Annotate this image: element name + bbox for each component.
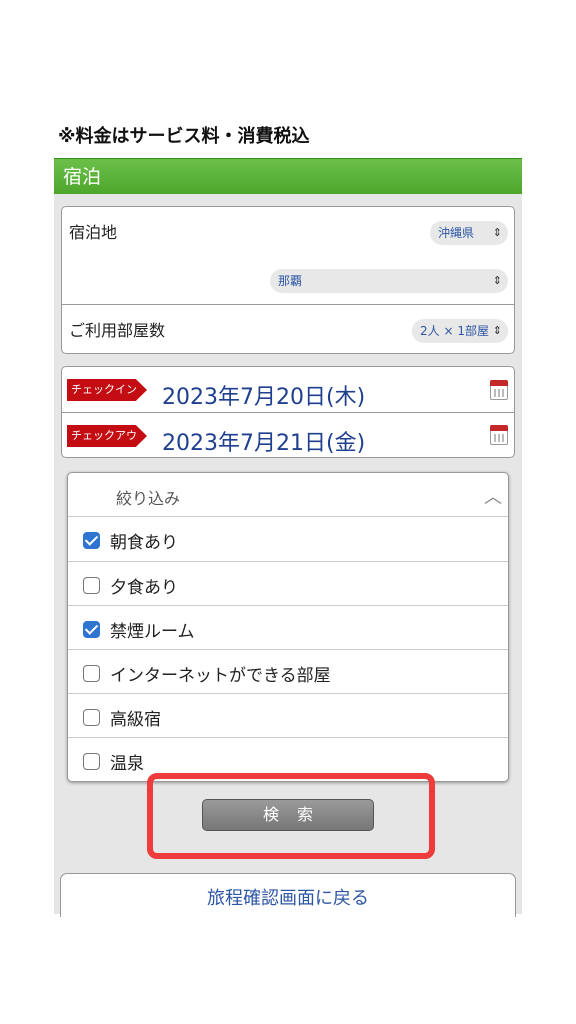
option-label: 禁煙ルーム [110,622,195,642]
option-label: インターネットができる部屋 [110,666,331,686]
chevron-up-icon[interactable]: ︿ [484,483,502,509]
select-updown-icon: ⇕ [492,226,502,239]
section-title: 宿泊 [54,158,522,194]
filter-title[interactable]: 絞り込み [116,485,180,509]
back-to-itinerary-button[interactable]: 旅程確認画面に戻る [60,873,516,917]
dates-box: チェックイン 2023年7月20日(木) チェックアウト 2023年7月21日(… [61,366,515,458]
checkbox-unchecked[interactable] [83,709,100,726]
checkbox-unchecked[interactable] [83,753,100,770]
checkbox-checked[interactable] [83,532,100,549]
option-label: 夕食あり [110,578,178,598]
option-label: 朝食あり [110,533,178,553]
tax-notice: ※料金はサービス料・消費税込 [58,126,310,147]
checkbox-checked[interactable] [83,621,100,638]
option-label: 温泉 [110,754,144,774]
checkin-calendar-icon[interactable] [490,380,508,400]
city-select[interactable]: 那覇 ⇕ [270,269,508,293]
rooms-label: ご利用部屋数 [69,321,166,340]
location-label: 宿泊地 [69,223,118,242]
divider [62,412,514,413]
checkin-date[interactable]: 2023年7月20日(木) [162,379,365,411]
filter-option-breakfast[interactable]: 朝食あり [68,517,508,561]
option-label: 高級宿 [110,710,161,730]
checkin-tag: チェックイン [67,379,147,401]
location-rooms-box: 宿泊地 沖縄県 ⇕ 那覇 ⇕ ご利用部屋数 2人 × 1部屋 ⇕ [61,206,515,354]
highlight-box [147,773,435,859]
prefecture-value: 沖縄県 [438,226,475,240]
divider [62,304,514,305]
city-value: 那覇 [278,274,303,288]
checkout-tag: チェックアウト [67,425,147,447]
select-updown-icon: ⇕ [492,274,502,287]
filter-option-nonsmoking[interactable]: 禁煙ルーム [68,606,508,650]
rooms-select[interactable]: 2人 × 1部屋 ⇕ [412,319,508,343]
filter-box: 絞り込み ︿ 朝食あり 夕食あり 禁煙ルーム インターネットができる部屋 高級宿… [67,472,509,782]
checkout-date[interactable]: 2023年7月21日(金) [162,425,365,457]
checkout-calendar-icon[interactable] [490,425,508,445]
filter-option-dinner[interactable]: 夕食あり [68,562,508,606]
filter-option-luxury[interactable]: 高級宿 [68,694,508,738]
filter-option-internet[interactable]: インターネットができる部屋 [68,650,508,694]
checkbox-unchecked[interactable] [83,665,100,682]
checkbox-unchecked[interactable] [83,577,100,594]
rooms-value: 2人 × 1部屋 [420,324,489,338]
select-updown-icon: ⇕ [492,324,502,337]
prefecture-select[interactable]: 沖縄県 ⇕ [430,221,508,245]
